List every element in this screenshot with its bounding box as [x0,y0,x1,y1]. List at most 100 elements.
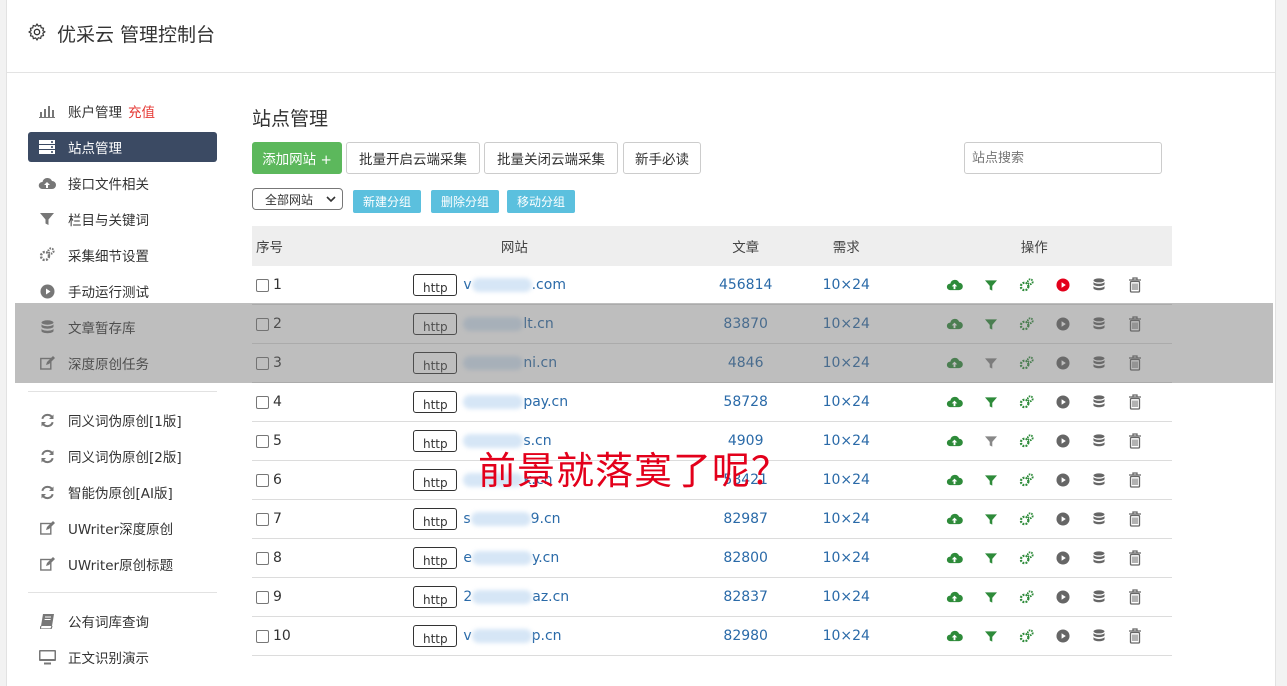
demand-value[interactable]: 10×24 [796,460,897,500]
database-icon[interactable] [1081,470,1117,490]
article-count[interactable]: 82837 [695,577,797,617]
article-count[interactable]: 82980 [695,616,797,656]
trash-icon[interactable] [1117,626,1153,646]
sidebar-item-account[interactable]: 账户管理 充值 [28,96,217,126]
row-checkbox[interactable] [256,512,269,526]
filter-icon[interactable] [973,587,1009,607]
play-circle-icon[interactable] [1045,587,1081,607]
sidebar-item-sites[interactable]: 站点管理 [28,132,217,162]
demand-value[interactable]: 10×24 [796,577,897,617]
filter-icon[interactable] [973,431,1009,451]
gears-icon[interactable] [1009,509,1045,529]
database-icon[interactable] [1081,509,1117,529]
article-count[interactable]: 82987 [695,499,797,539]
filter-icon[interactable] [973,626,1009,646]
http-button[interactable]: http [413,508,458,530]
cloud-upload-icon[interactable] [937,587,973,607]
database-icon[interactable] [1081,587,1117,607]
database-icon[interactable] [1081,548,1117,568]
gears-icon[interactable] [1009,275,1045,295]
article-count[interactable]: 82800 [695,538,797,578]
filter-icon[interactable] [973,275,1009,295]
gears-icon[interactable] [1009,470,1045,490]
demand-value[interactable]: 10×24 [796,499,897,539]
site-domain[interactable]: 2 az.cn [463,589,569,605]
trash-icon[interactable] [1117,470,1153,490]
row-checkbox[interactable] [256,551,269,565]
trash-icon[interactable] [1117,587,1153,607]
filter-icon[interactable] [973,509,1009,529]
sidebar-item-collect-settings[interactable]: 采集细节设置 [28,240,217,270]
group-select[interactable]: 全部网站 [252,188,343,210]
recharge-link[interactable]: 充值 [128,101,155,121]
demand-value[interactable]: 10×24 [796,616,897,656]
add-site-button[interactable]: 添加网站 + [252,142,342,174]
trash-icon[interactable] [1117,548,1153,568]
http-button[interactable]: http [413,391,458,413]
filter-icon[interactable] [973,470,1009,490]
filter-icon[interactable] [973,548,1009,568]
cloud-upload-icon[interactable] [937,548,973,568]
trash-icon[interactable] [1117,275,1153,295]
sidebar-item-uwriter-title[interactable]: UWriter原创标题 [28,549,217,579]
play-circle-icon[interactable] [1045,509,1081,529]
move-group-button[interactable]: 移动分组 [507,190,575,213]
cloud-upload-icon[interactable] [937,509,973,529]
http-button[interactable]: http [413,274,458,296]
sidebar-item-manual-run[interactable]: 手动运行测试 [28,276,217,306]
http-button[interactable]: http [413,430,458,452]
sidebar-item-synonym-v2[interactable]: 同义词伪原创[2版] [28,441,217,471]
demand-value[interactable]: 10×24 [796,538,897,578]
batch-close-cloud-button[interactable]: 批量关闭云端采集 [484,142,618,174]
play-circle-icon[interactable] [1045,431,1081,451]
site-domain[interactable]: pay.cn [463,394,568,410]
trash-icon[interactable] [1117,392,1153,412]
filter-icon[interactable] [973,392,1009,412]
delete-group-button[interactable]: 删除分组 [431,190,499,213]
batch-open-cloud-button[interactable]: 批量开启云端采集 [346,142,480,174]
cloud-upload-icon[interactable] [937,470,973,490]
database-icon[interactable] [1081,275,1117,295]
http-button[interactable]: http [413,547,458,569]
cloud-upload-icon[interactable] [937,275,973,295]
gears-icon[interactable] [1009,626,1045,646]
site-domain[interactable]: s 9.cn [463,511,560,527]
new-group-button[interactable]: 新建分组 [353,190,421,213]
article-count[interactable]: 58728 [695,382,797,422]
play-circle-icon[interactable] [1045,470,1081,490]
row-checkbox[interactable] [256,395,269,409]
row-checkbox[interactable] [256,590,269,604]
sidebar-item-keywords[interactable]: 栏目与关键词 [28,204,217,234]
play-circle-icon[interactable] [1045,626,1081,646]
cloud-upload-icon[interactable] [937,431,973,451]
sidebar-item-text-recognition[interactable]: 正文识别演示 [28,642,217,672]
article-count[interactable]: 456814 [695,266,797,305]
sidebar-item-interface-files[interactable]: 接口文件相关 [28,168,217,198]
newbie-guide-button[interactable]: 新手必读 [623,142,701,174]
sidebar-item-uwriter-original[interactable]: UWriter深度原创 [28,513,217,543]
cloud-upload-icon[interactable] [937,626,973,646]
trash-icon[interactable] [1117,431,1153,451]
row-checkbox[interactable] [256,629,269,643]
play-circle-icon[interactable] [1045,275,1081,295]
demand-value[interactable]: 10×24 [796,266,897,305]
http-button[interactable]: http [413,469,458,491]
trash-icon[interactable] [1117,509,1153,529]
gears-icon[interactable] [1009,392,1045,412]
play-circle-icon[interactable] [1045,392,1081,412]
row-checkbox[interactable] [256,434,269,448]
demand-value[interactable]: 10×24 [796,382,897,422]
demand-value[interactable]: 10×24 [796,421,897,461]
sidebar-item-public-lexicon[interactable]: 公有词库查询 [28,606,217,636]
sidebar-item-synonym-v1[interactable]: 同义词伪原创[1版] [28,405,217,435]
gears-icon[interactable] [1009,548,1045,568]
site-domain[interactable]: e y.cn [463,550,559,566]
site-domain[interactable]: v .com [463,277,566,293]
http-button[interactable]: http [413,625,458,647]
cloud-upload-icon[interactable] [937,392,973,412]
site-domain[interactable]: v p.cn [463,628,561,644]
database-icon[interactable] [1081,392,1117,412]
gears-icon[interactable] [1009,431,1045,451]
site-search-input[interactable] [964,142,1162,174]
http-button[interactable]: http [413,586,458,608]
